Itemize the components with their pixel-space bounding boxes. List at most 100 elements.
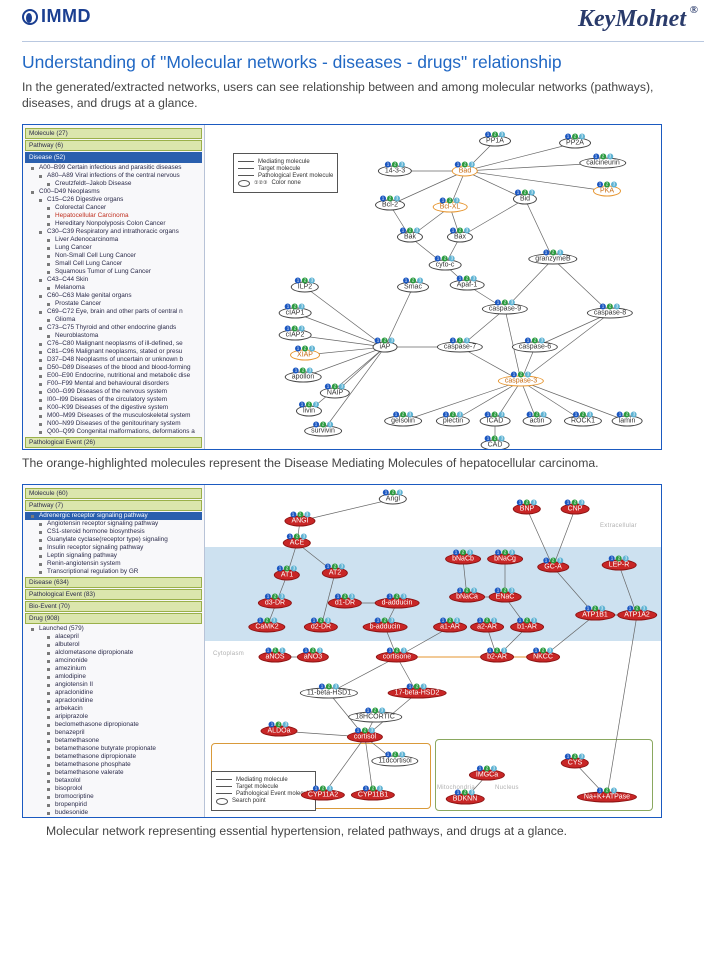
- tree-item[interactable]: Colorectal Cancer: [25, 204, 202, 212]
- tree-item[interactable]: C76–C80 Malignant neoplasms of ill-defin…: [25, 340, 202, 348]
- tree-item[interactable]: C81–C96 Malignant neoplasms, stated or p…: [25, 348, 202, 356]
- tree-item[interactable]: Non-Small Cell Lung Cancer: [25, 252, 202, 260]
- tree-item[interactable]: alclometasone dipropionate: [25, 649, 202, 657]
- network-node[interactable]: 17-beta-HSD2123: [388, 687, 447, 698]
- tree-item[interactable]: budesonide: [25, 809, 202, 817]
- tree-item[interactable]: betamethasone butyrate propionate: [25, 745, 202, 753]
- network-node[interactable]: lamin123: [612, 415, 643, 426]
- tree-item[interactable]: aripiprazole: [25, 713, 202, 721]
- tree-item-selected[interactable]: Adrenergic receptor signaling pathway: [25, 512, 202, 520]
- network-node[interactable]: ANGI123: [284, 515, 315, 526]
- network-node[interactable]: IMGCa123: [469, 769, 505, 780]
- tree-item[interactable]: Hereditary Nonpolyposis Colon Cancer: [25, 220, 202, 228]
- network-node[interactable]: actin123: [523, 415, 552, 426]
- network-node[interactable]: ATP1A2123: [617, 609, 657, 620]
- tree-item[interactable]: A00–B99 Certain infectious and parasitic…: [25, 164, 202, 172]
- tree-item[interactable]: C60–C63 Male genital organs: [25, 292, 202, 300]
- network-node[interactable]: CAD123: [481, 439, 510, 450]
- tree-header[interactable]: Pathological Event (83): [25, 589, 202, 600]
- tree-item[interactable]: Q00–Q99 Congenital malformations, deform…: [25, 428, 202, 436]
- tree-item[interactable]: G00–G99 Diseases of the nervous system: [25, 388, 202, 396]
- tree-item[interactable]: amlodipine: [25, 673, 202, 681]
- network-node[interactable]: ICAD123: [480, 415, 511, 426]
- network-node[interactable]: d1-DR123: [328, 597, 362, 608]
- tree-item[interactable]: bropenpirid: [25, 801, 202, 809]
- tree-item[interactable]: bisoprolol: [25, 785, 202, 793]
- tree-header[interactable]: Molecule (27): [25, 128, 202, 139]
- tree-item[interactable]: Insulin receptor signaling pathway: [25, 544, 202, 552]
- network-node[interactable]: 11-beta-HSD1123: [300, 687, 358, 698]
- tree-item[interactable]: amcinonide: [25, 657, 202, 665]
- network-node[interactable]: b2-AR123: [480, 651, 514, 662]
- network-node[interactable]: apollon123: [285, 371, 322, 382]
- network-node[interactable]: caspase-3123: [498, 375, 544, 386]
- network-node[interactable]: cortisol123: [347, 731, 383, 742]
- network-node[interactable]: CYP11B1123: [351, 789, 395, 800]
- tree-item[interactable]: arbekacin: [25, 705, 202, 713]
- tree-item[interactable]: Launched (579): [25, 625, 202, 633]
- network-node[interactable]: PP2A123: [559, 137, 591, 148]
- network-node[interactable]: Bcl-XL123: [433, 201, 468, 212]
- network-node[interactable]: Apaf-1123: [450, 279, 485, 290]
- tree-item[interactable]: M00–M99 Diseases of the musculoskeletal …: [25, 412, 202, 420]
- tree-item[interactable]: Leptin signaling pathway: [25, 552, 202, 560]
- network-node[interactable]: d3-DR123: [258, 597, 292, 608]
- figure1-tree-pane[interactable]: Molecule (27) Pathway (6) Disease (52) A…: [23, 125, 205, 449]
- tree-item[interactable]: apraclonidine: [25, 697, 202, 705]
- tree-header[interactable]: Molecule (60): [25, 488, 202, 499]
- network-node[interactable]: bNaCb123: [445, 553, 481, 564]
- tree-item[interactable]: C30–C39 Respiratory and intrathoracic or…: [25, 228, 202, 236]
- network-node[interactable]: d2-DR123: [304, 621, 338, 632]
- tree-item[interactable]: amezinium: [25, 665, 202, 673]
- tree-item[interactable]: Melanoma: [25, 284, 202, 292]
- tree-item[interactable]: Guanylate cyclase(receptor type) signali…: [25, 536, 202, 544]
- tree-item[interactable]: betamethasone valerate: [25, 769, 202, 777]
- network-node[interactable]: cIAP1123: [279, 307, 312, 318]
- figure1-network[interactable]: Mediating molecule Target molecule Patho…: [205, 125, 661, 449]
- tree-header[interactable]: Pathological Event (26): [25, 437, 202, 448]
- tree-item[interactable]: Small Cell Lung Cancer: [25, 260, 202, 268]
- network-node[interactable]: bNaCg123: [487, 553, 523, 564]
- network-node[interactable]: cyto-c123: [429, 259, 462, 270]
- network-node[interactable]: LEP-R123: [602, 559, 637, 570]
- network-node[interactable]: ROCK1123: [564, 415, 602, 426]
- network-node[interactable]: caspase-8123: [587, 307, 633, 318]
- tree-item[interactable]: Prostate Cancer: [25, 300, 202, 308]
- tree-item[interactable]: Neuroblastoma: [25, 332, 202, 340]
- network-node[interactable]: Smac123: [397, 281, 429, 292]
- tree-item[interactable]: I00–I99 Diseases of the circulatory syst…: [25, 396, 202, 404]
- tree-item[interactable]: Angiotensin receptor signaling pathway: [25, 520, 202, 528]
- network-node[interactable]: Bax123: [447, 231, 473, 242]
- network-node[interactable]: bNaCa123: [449, 591, 485, 602]
- tree-header[interactable]: Pathway (6): [25, 140, 202, 151]
- network-node[interactable]: aNO3123: [297, 651, 329, 662]
- network-node[interactable]: caspase-9123: [482, 303, 528, 314]
- tree-item[interactable]: betamethasone phosphate: [25, 761, 202, 769]
- tree-item[interactable]: C69–C72 Eye, brain and other parts of ce…: [25, 308, 202, 316]
- tree-item[interactable]: betaxolol: [25, 777, 202, 785]
- tree-item[interactable]: Transcriptional regulation by GR: [25, 568, 202, 576]
- tree-item[interactable]: C73–C75 Thyroid and other endocrine glan…: [25, 324, 202, 332]
- tree-item[interactable]: angiotensin II: [25, 681, 202, 689]
- tree-header[interactable]: Pathway (7): [25, 500, 202, 511]
- tree-item[interactable]: betamethasone dipropionate: [25, 753, 202, 761]
- network-node[interactable]: Na+K+ATPase123: [577, 791, 637, 802]
- tree-item[interactable]: Lung Cancer: [25, 244, 202, 252]
- tree-item[interactable]: benazepril: [25, 729, 202, 737]
- tree-item[interactable]: CS1-steroid hormone biosynthesis: [25, 528, 202, 536]
- figure2-tree-pane[interactable]: Molecule (60) Pathway (7) Adrenergic rec…: [23, 485, 205, 817]
- network-node[interactable]: calcineurin123: [579, 157, 626, 168]
- tree-item[interactable]: Liver Adenocarcinoma: [25, 236, 202, 244]
- tree-item[interactable]: D37–D48 Neoplasms of uncertain or unknow…: [25, 356, 202, 364]
- network-node[interactable]: 11dcortisol123: [371, 755, 418, 766]
- tree-item[interactable]: K00–K99 Diseases of the digestive system: [25, 404, 202, 412]
- tree-item[interactable]: C15–C26 Digestive organs: [25, 196, 202, 204]
- network-node[interactable]: a1-AR123: [433, 621, 467, 632]
- network-node[interactable]: BDKNN123: [446, 793, 485, 804]
- network-node[interactable]: caspase-7123: [437, 341, 483, 352]
- network-node[interactable]: livin123: [296, 405, 322, 416]
- tree-item[interactable]: F00–F99 Mental and behavioural disorders: [25, 380, 202, 388]
- tree-header-selected[interactable]: Disease (52): [25, 152, 202, 163]
- tree-item[interactable]: Glioma: [25, 316, 202, 324]
- network-node[interactable]: GC-A123: [537, 561, 569, 572]
